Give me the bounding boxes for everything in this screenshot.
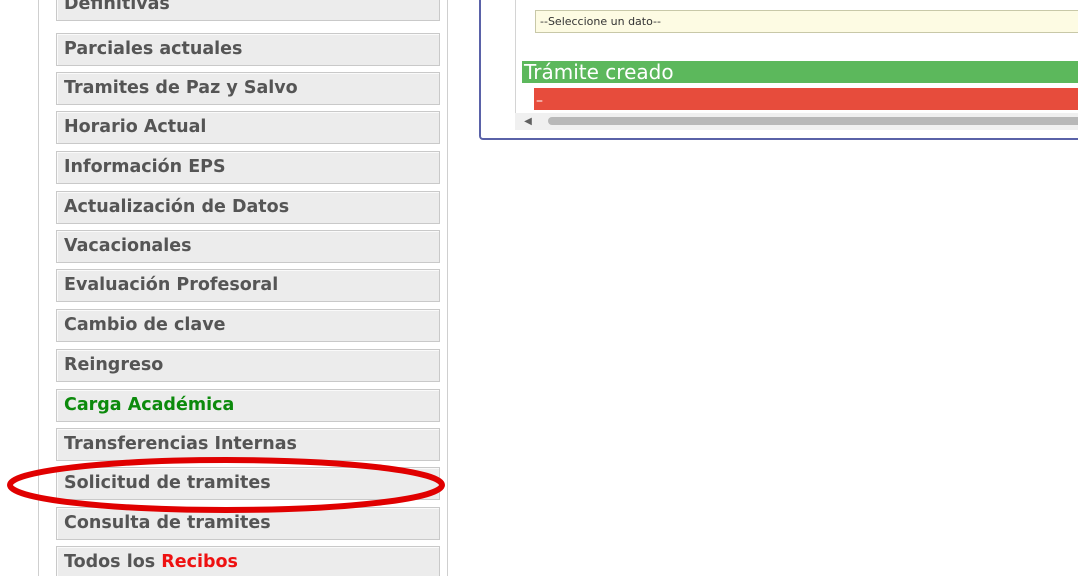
select-placeholder: --Seleccione un dato-- xyxy=(540,15,661,28)
status-message: Trámite creado xyxy=(522,61,1078,83)
sidebar-item-solicitud-tramites[interactable]: Solicitud de tramites xyxy=(56,467,440,500)
sidebar-item-reingreso[interactable]: Reingreso xyxy=(56,349,440,382)
sidebar-item-label: Consulta de tramites xyxy=(64,513,271,533)
sidebar-item-carga-academica[interactable]: Carga Académica xyxy=(56,389,440,422)
panel-divider xyxy=(515,0,516,114)
sidebar-item-todos-recibos[interactable]: Todos los Recibos xyxy=(56,546,440,576)
sidebar-item-evaluacion-profesoral[interactable]: Evaluación Profesoral xyxy=(56,269,440,302)
sidebar-item-label: Tramites de Paz y Salvo xyxy=(64,78,298,98)
sidebar-item-label: Solicitud de tramites xyxy=(64,473,271,493)
screen: Definitivas Parciales actuales Tramites … xyxy=(0,0,1078,576)
sidebar-item-transferencias-internas[interactable]: Transferencias Internas xyxy=(56,428,440,461)
scrollbar-thumb[interactable] xyxy=(548,117,1078,125)
sidebar-item-label-prefix: Todos los xyxy=(64,552,162,572)
sidebar-item-cambio-clave[interactable]: Cambio de clave xyxy=(56,309,440,342)
sidebar-item-horario-actual[interactable]: Horario Actual xyxy=(56,111,440,144)
scroll-left-arrow-icon[interactable]: ◀ xyxy=(521,113,535,130)
sidebar-item-definitivas[interactable]: Definitivas xyxy=(56,0,440,21)
sidebar-item-label: Horario Actual xyxy=(64,117,207,137)
sidebar-item-vacacionales[interactable]: Vacacionales xyxy=(56,230,440,263)
error-message: – xyxy=(534,88,1078,110)
sidebar-item-label-highlight: Recibos xyxy=(161,552,238,572)
sidebar-item-label: Definitivas xyxy=(64,0,170,14)
sidebar-item-label: Reingreso xyxy=(64,355,164,375)
sidebar-item-label: Transferencias Internas xyxy=(64,434,297,454)
sidebar-item-consulta-tramites[interactable]: Consulta de tramites xyxy=(56,507,440,540)
status-message-text: Trámite creado xyxy=(524,61,674,83)
error-message-text: – xyxy=(536,93,543,109)
sidebar-item-actualizacion-datos[interactable]: Actualización de Datos xyxy=(56,191,440,224)
sidebar-item-label: Actualización de Datos xyxy=(64,197,290,217)
sidebar-item-label: Vacacionales xyxy=(64,236,192,256)
sidebar-item-informacion-eps[interactable]: Información EPS xyxy=(56,151,440,184)
sidebar-item-label: Información EPS xyxy=(64,157,226,177)
sidebar-item-label: Evaluación Profesoral xyxy=(64,275,279,295)
sidebar-item-label: Carga Académica xyxy=(64,395,235,415)
sidebar-item-label: Parciales actuales xyxy=(64,39,243,59)
sidebar-item-parciales-actuales[interactable]: Parciales actuales xyxy=(56,33,440,66)
dato-select[interactable]: --Seleccione un dato-- xyxy=(535,10,1078,33)
sidebar-item-tramites-paz-y-salvo[interactable]: Tramites de Paz y Salvo xyxy=(56,72,440,105)
sidebar-item-label: Cambio de clave xyxy=(64,315,226,335)
